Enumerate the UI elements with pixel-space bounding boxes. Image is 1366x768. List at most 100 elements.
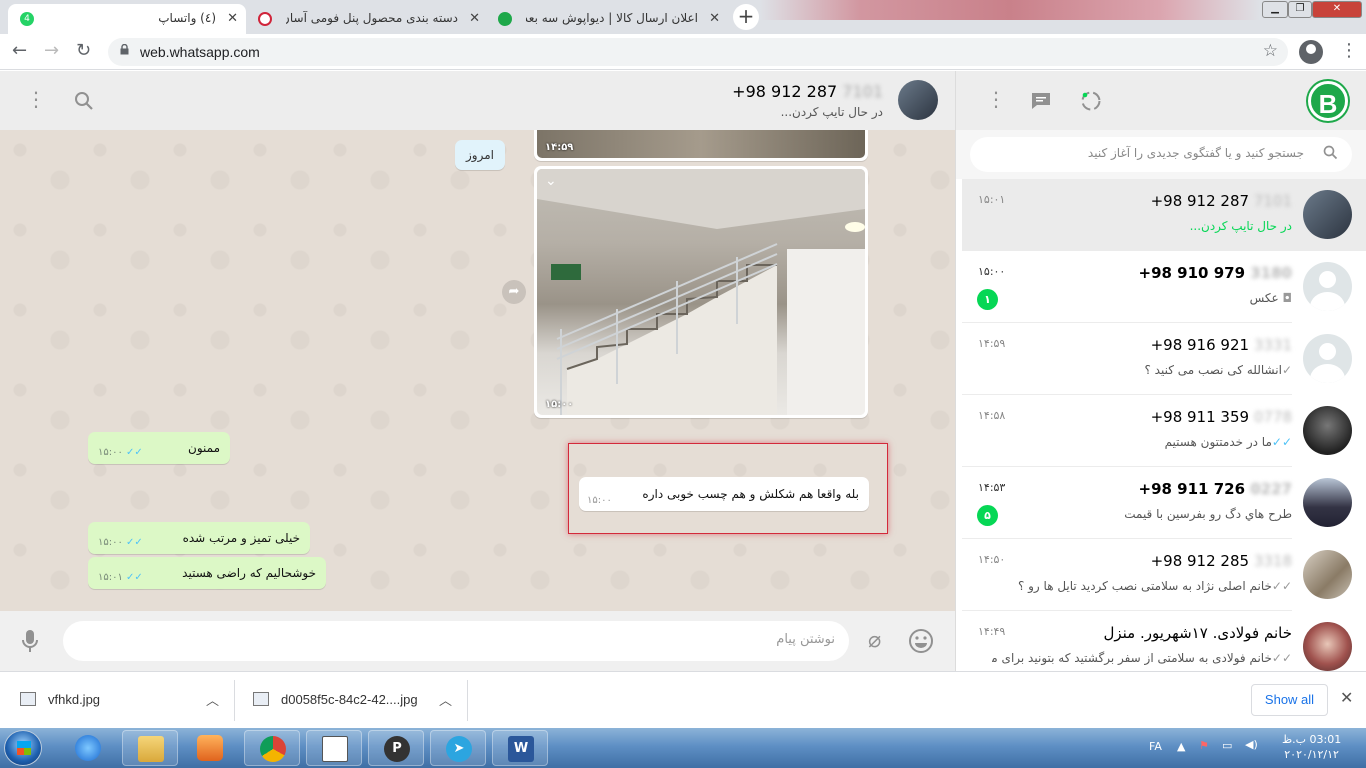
chat-list-item[interactable]: +98 911 359 0778 ✓✓ما در خدمتتون هستیم ۱… bbox=[962, 395, 1366, 467]
chat-name: +98 911 726 0227 bbox=[1138, 480, 1293, 498]
browser-menu-icon[interactable]: ⋮ bbox=[1340, 40, 1358, 61]
message-list[interactable]: ۱۴:۵۹ امروز ⌄ ۱۵:۰۰ ➦ ممنون ✓✓ ۱۵:۰۰ بله… bbox=[0, 130, 955, 611]
photo-thumbnail: ۱۴:۵۹ bbox=[537, 130, 865, 158]
menu-dots-icon[interactable]: ⋮ bbox=[26, 87, 46, 111]
whatsapp-favicon-icon: 4 bbox=[20, 12, 34, 26]
chat-list-item[interactable]: +98 912 287 7101 در حال تایپ کردن... ۱۵:… bbox=[962, 179, 1366, 251]
emoji-icon[interactable] bbox=[908, 628, 934, 654]
image-message[interactable]: ⌄ ۱۵:۰۰ bbox=[534, 166, 868, 418]
attach-paperclip-icon[interactable]: ⌀ bbox=[868, 628, 881, 653]
chrome-icon bbox=[260, 736, 286, 762]
chat-list-item[interactable]: +98 916 921 3331 ✓انشالله کی نصب می کنید… bbox=[962, 323, 1366, 395]
unread-badge: ۵ bbox=[977, 505, 998, 526]
chat-list-item[interactable]: +98 912 285 3318 ✓✓خانم اصلی نژاد به سلا… bbox=[962, 539, 1366, 611]
unread-badge: ۱ bbox=[977, 289, 998, 310]
omnibox[interactable]: web.whatsapp.com ☆ bbox=[108, 38, 1288, 66]
taskbar-internet-explorer[interactable] bbox=[60, 730, 116, 766]
minimize-window-button[interactable]: ▁ bbox=[1262, 1, 1288, 18]
tab-strip-decoration bbox=[760, 0, 1260, 20]
reload-icon[interactable]: ↻ bbox=[76, 40, 91, 61]
tab-shipping-notice[interactable]: اعلان ارسال کالا | دیواپوش سه بعدی ✕ bbox=[490, 4, 726, 34]
new-tab-button[interactable]: + bbox=[733, 4, 759, 30]
tab-product-category[interactable]: دسته بندی محصول پنل فومی آسان نصب - ✕ bbox=[250, 4, 486, 34]
chat-preview: ✓✓خانم فولادی به سلامتی از سفر برگشتید ک… bbox=[992, 651, 1292, 665]
system-clock[interactable]: 03:01 ب.ظ ۲۰۲۰/۱۲/۱۲ bbox=[1282, 732, 1341, 762]
taskbar-notepad[interactable] bbox=[306, 730, 362, 766]
chevron-up-icon[interactable]: ︿ bbox=[439, 690, 452, 709]
language-indicator[interactable]: FA bbox=[1149, 740, 1162, 753]
action-center-icon[interactable]: ▭ bbox=[1222, 739, 1232, 752]
profile-avatar-icon[interactable] bbox=[1299, 40, 1323, 64]
chat-time: ۱۵:۰۰ bbox=[978, 265, 1006, 278]
url-text: web.whatsapp.com bbox=[140, 44, 260, 60]
contact-avatar[interactable] bbox=[898, 80, 938, 120]
close-tab-icon[interactable]: ✕ bbox=[227, 11, 238, 26]
close-icon[interactable]: ✕ bbox=[1340, 688, 1353, 707]
contact-name: +98 912 287 7101 bbox=[732, 82, 883, 101]
message-meta: ✓✓ ۱۵:۰۰ bbox=[98, 537, 143, 548]
taskbar-file-explorer[interactable] bbox=[122, 730, 178, 766]
chat-list-item[interactable]: خانم فولادی. ۱۷شهریور. منزل ✓✓خانم فولاد… bbox=[962, 611, 1366, 671]
chat-preview: در حال تایپ کردن... bbox=[1189, 219, 1292, 233]
divider bbox=[234, 680, 235, 721]
microphone-icon[interactable] bbox=[22, 629, 38, 653]
lock-icon bbox=[120, 44, 129, 55]
show-all-button[interactable]: Show all bbox=[1251, 684, 1328, 716]
maximize-window-button[interactable]: ❐ bbox=[1288, 1, 1312, 18]
chat-time: ۱۴:۵۳ bbox=[978, 481, 1006, 494]
tray-expand-icon[interactable]: ▲ bbox=[1177, 740, 1185, 753]
tab-whatsapp[interactable]: 4 (٤) واتساپ ✕ bbox=[8, 4, 246, 34]
chat-preview: ✓✓خانم اصلی نژاد به سلامتی نصب کردید تای… bbox=[1017, 579, 1292, 593]
profile-logo[interactable]: B bbox=[1308, 81, 1348, 121]
download-item[interactable]: d0058f5c-84c2-42....jpg ︿ bbox=[253, 672, 468, 729]
chevron-up-icon[interactable]: ︿ bbox=[206, 690, 219, 709]
camera-icon: ◘ bbox=[1282, 291, 1293, 305]
chat-time: ۱۴:۴۹ bbox=[978, 625, 1006, 638]
close-tab-icon[interactable]: ✕ bbox=[469, 11, 480, 26]
search-icon[interactable] bbox=[74, 91, 94, 111]
start-button[interactable] bbox=[4, 730, 42, 766]
back-arrow-icon[interactable]: ← bbox=[12, 40, 27, 61]
close-tab-icon[interactable]: ✕ bbox=[709, 11, 720, 26]
incoming-message[interactable]: خیلی تمیز و مرتب شده ✓✓ ۱۵:۰۰ bbox=[88, 522, 310, 554]
chat-list-item[interactable]: +98 911 726 0227 طرح هاي دگ رو بفرسين با… bbox=[962, 467, 1366, 539]
taskbar-telegram[interactable]: ➤ bbox=[430, 730, 486, 766]
default-avatar-icon bbox=[1303, 262, 1352, 311]
chat-list[interactable]: +98 912 287 7101 در حال تایپ کردن... ۱۵:… bbox=[962, 179, 1366, 671]
network-error-icon[interactable]: ⚑ bbox=[1199, 739, 1209, 752]
windows-taskbar: P ➤ W FA ▲ ⚑ ▭ ◀) 03:01 ب.ظ ۲۰۲۰/۱۲/۱۲ bbox=[0, 728, 1366, 768]
volume-icon[interactable]: ◀) bbox=[1245, 738, 1258, 751]
bookmark-star-icon[interactable]: ☆ bbox=[1263, 41, 1278, 61]
message-input[interactable]: نوشتن پیام bbox=[63, 621, 849, 661]
tab-title: (٤) واتساپ bbox=[158, 11, 216, 25]
highlight-box bbox=[568, 443, 888, 534]
word-icon: W bbox=[508, 736, 534, 762]
forward-arrow-icon[interactable]: ➦ bbox=[502, 280, 526, 304]
download-filename: vfhkd.jpg bbox=[48, 692, 101, 707]
contact-avatar bbox=[1303, 478, 1352, 527]
chat-preview: طرح هاي دگ رو بفرسين با قيمت bbox=[1124, 507, 1292, 521]
contact-avatar bbox=[1303, 622, 1352, 671]
menu-dots-icon[interactable]: ⋮ bbox=[986, 87, 1006, 111]
chevron-down-icon[interactable]: ⌄ bbox=[545, 173, 557, 189]
taskbar-chrome[interactable] bbox=[244, 730, 300, 766]
tab-title: دسته بندی محصول پنل فومی آسان نصب - bbox=[286, 11, 458, 25]
incoming-message[interactable]: ممنون ✓✓ ۱۵:۰۰ bbox=[88, 432, 230, 464]
new-chat-icon[interactable] bbox=[1031, 92, 1051, 110]
taskbar-media-player[interactable] bbox=[182, 730, 238, 766]
telegram-icon: ➤ bbox=[446, 736, 472, 762]
image-message[interactable]: ۱۴:۵۹ bbox=[534, 130, 868, 161]
chat-list-item[interactable]: +98 910 979 3180 ◘ عکس ۱۵:۰۰ ۱ bbox=[962, 251, 1366, 323]
download-item[interactable]: vfhkd.jpg ︿ bbox=[20, 672, 235, 729]
incoming-message[interactable]: خوشحالیم که راضی هستید ✓✓ ۱۵:۰۱ bbox=[88, 557, 326, 589]
downloads-bar: vfhkd.jpg ︿ d0058f5c-84c2-42....jpg ︿ Sh… bbox=[0, 671, 1366, 728]
psiphon-icon: P bbox=[384, 736, 410, 762]
search-input[interactable]: جستجو کنید و یا گفتگوی جدیدی را آغاز کنی… bbox=[970, 137, 1352, 172]
conversation-header[interactable]: ⋮ +98 912 287 7101 در حال تایپ کردن... bbox=[0, 71, 955, 130]
site-favicon-icon bbox=[498, 12, 512, 26]
status-ring-icon[interactable] bbox=[1080, 90, 1102, 112]
close-window-button[interactable]: ✕ bbox=[1312, 1, 1362, 18]
taskbar-word[interactable]: W bbox=[492, 730, 548, 766]
forward-arrow-icon[interactable]: → bbox=[44, 40, 59, 61]
taskbar-psiphon[interactable]: P bbox=[368, 730, 424, 766]
